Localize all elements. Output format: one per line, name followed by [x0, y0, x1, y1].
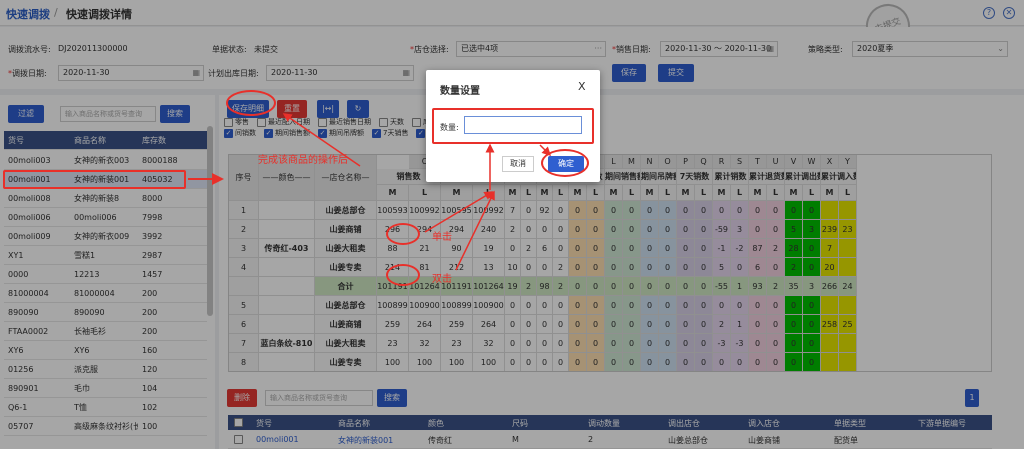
annotation-arrows — [188, 113, 552, 271]
